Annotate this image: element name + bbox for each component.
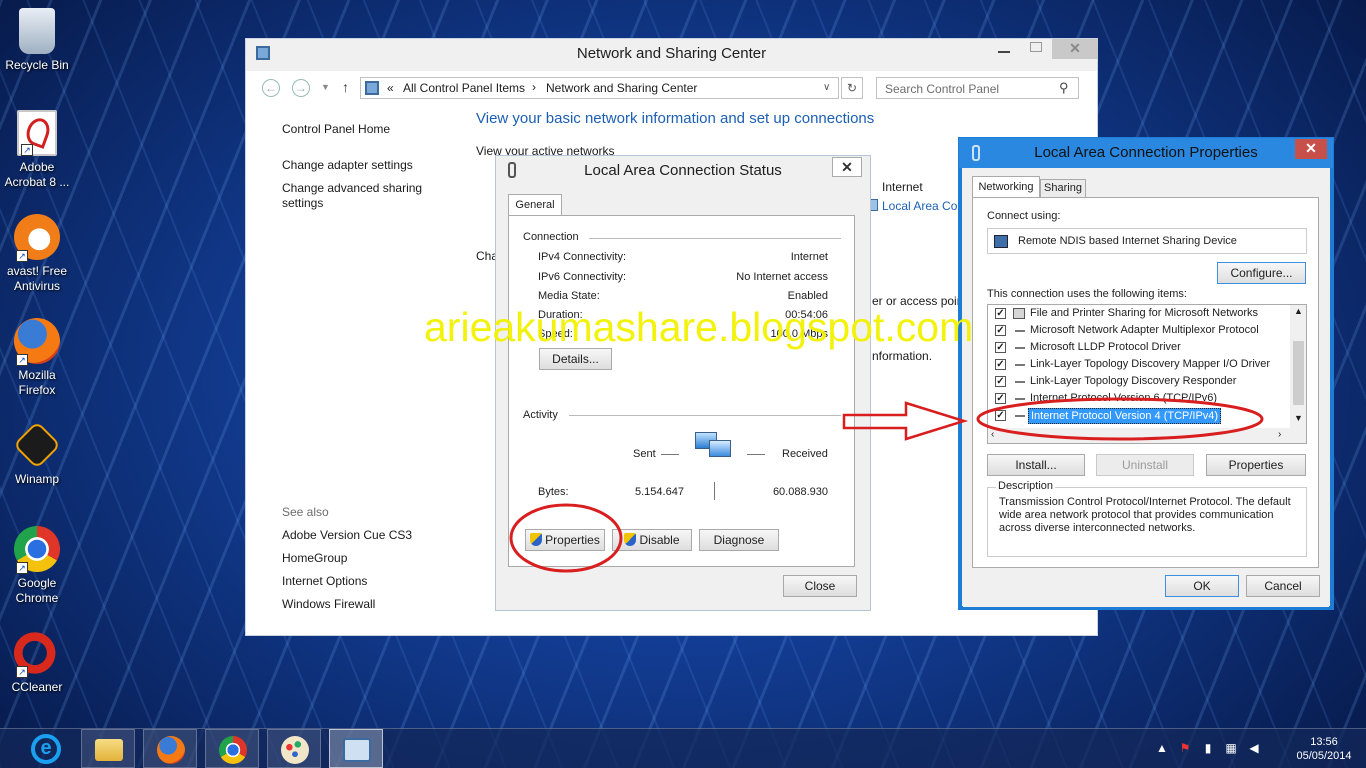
battery-icon[interactable]: ▮ xyxy=(1201,741,1215,755)
annotation-circle-ipv4 xyxy=(976,397,1264,441)
taskbar-chrome[interactable] xyxy=(205,729,259,768)
clock-date: 05/05/2014 xyxy=(1296,750,1352,762)
paint-icon xyxy=(281,736,309,764)
control-panel-icon xyxy=(343,738,371,762)
annotation-circle-properties xyxy=(509,503,623,573)
taskbar-paint[interactable] xyxy=(267,729,321,768)
internet-explorer-icon[interactable]: e xyxy=(31,734,61,764)
show-hidden-icons-icon[interactable]: ▲ xyxy=(1155,741,1169,755)
watermark-text: arieakumashare.blogspot.com xyxy=(424,304,974,350)
action-center-flag-icon[interactable]: ⚑ xyxy=(1178,741,1192,755)
volume-icon[interactable]: ◀ xyxy=(1247,741,1261,755)
clock[interactable]: 13:56 05/05/2014 xyxy=(1294,735,1354,763)
network-tray-icon[interactable]: ▦ xyxy=(1224,741,1238,755)
taskbar-control-panel[interactable] xyxy=(329,729,383,768)
taskbar-explorer[interactable] xyxy=(81,729,135,768)
firefox-icon xyxy=(157,736,185,764)
folder-icon xyxy=(95,739,123,761)
chrome-icon xyxy=(219,736,247,764)
annotation-overlay xyxy=(509,397,1264,573)
clock-time: 13:56 xyxy=(1310,736,1338,748)
annotation-arrow xyxy=(842,401,969,441)
taskbar-firefox[interactable] xyxy=(143,729,197,768)
